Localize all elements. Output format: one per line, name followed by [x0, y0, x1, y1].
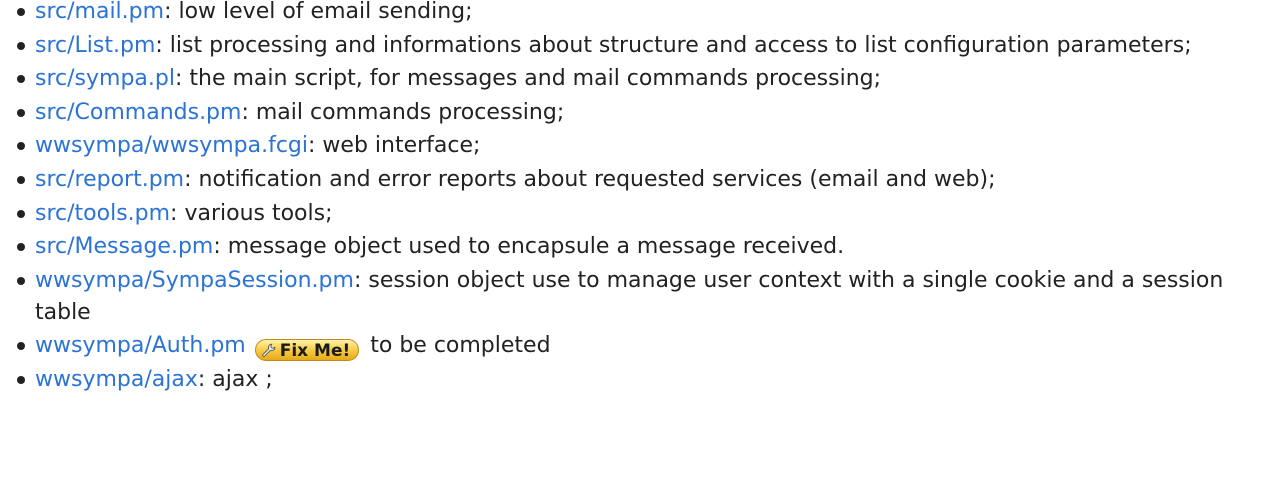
bullet-icon [17, 342, 25, 351]
bullet-icon [17, 276, 25, 285]
item-description: : various tools; [170, 200, 333, 226]
list-item: src/Message.pm: message object used to e… [17, 231, 1267, 263]
item-description: : the main script, for messages and mail… [174, 66, 882, 92]
list-item: wwsympa/SympaSession.pm: session object … [17, 265, 1267, 329]
file-link[interactable]: wwsympa/wwsympa.fcgi [35, 133, 308, 158]
file-link[interactable]: src/report.pm [35, 167, 184, 192]
item-description: : list processing and informations about… [155, 32, 1192, 58]
fixme-badge: Fix Me! [254, 339, 360, 362]
bullet-icon [17, 243, 25, 252]
item-description: : message object used to encapsule a mes… [213, 234, 845, 260]
bullet-icon [17, 8, 25, 16]
module-file-list: src/mail.pm: low level of email sending;… [17, 0, 1267, 398]
item-description: : ajax ; [197, 366, 273, 392]
item-description: : mail commands processing; [241, 99, 565, 125]
bullet-icon [17, 375, 25, 384]
list-item: src/mail.pm: low level of email sending; [17, 0, 1267, 28]
list-item: src/report.pm: notification and error re… [17, 164, 1267, 196]
file-link[interactable]: wwsympa/ajax [35, 367, 198, 392]
list-item: src/List.pm: list processing and informa… [17, 30, 1267, 62]
bullet-icon [17, 41, 25, 50]
bullet-icon [17, 108, 25, 117]
fixme-badge-label: Fix Me! [279, 341, 351, 362]
item-description: to be completed [370, 333, 551, 359]
file-link[interactable]: wwsympa/SympaSession.pm [35, 268, 354, 293]
list-item: src/Commands.pm: mail commands processin… [17, 97, 1267, 129]
bullet-icon [17, 142, 25, 151]
list-item: src/tools.pm: various tools; [17, 198, 1267, 230]
list-item: wwsympa/wwsympa.fcgi: web interface; [17, 130, 1267, 162]
list-item: wwsympa/ajax: ajax ; [17, 364, 1267, 396]
bullet-icon [17, 75, 25, 84]
file-link[interactable]: src/tools.pm [35, 201, 170, 226]
item-description: : low level of email sending; [164, 0, 473, 24]
file-link[interactable]: src/Message.pm [35, 234, 213, 259]
file-link[interactable]: src/mail.pm [35, 0, 164, 24]
bullet-icon [17, 175, 25, 184]
item-description: : notification and error reports about r… [184, 166, 996, 192]
file-link[interactable]: src/List.pm [35, 33, 155, 58]
list-item: src/sympa.pl: the main script, for messa… [17, 63, 1267, 95]
wrench-icon [261, 344, 276, 358]
file-link[interactable]: wwsympa/Auth.pm [35, 333, 246, 358]
bullet-icon [17, 209, 25, 218]
item-description: : web interface; [308, 133, 481, 159]
file-link[interactable]: src/Commands.pm [35, 100, 241, 125]
list-item: wwsympa/Auth.pm Fix Me! to be completed [17, 330, 1267, 362]
file-link[interactable]: src/sympa.pl [35, 66, 175, 91]
